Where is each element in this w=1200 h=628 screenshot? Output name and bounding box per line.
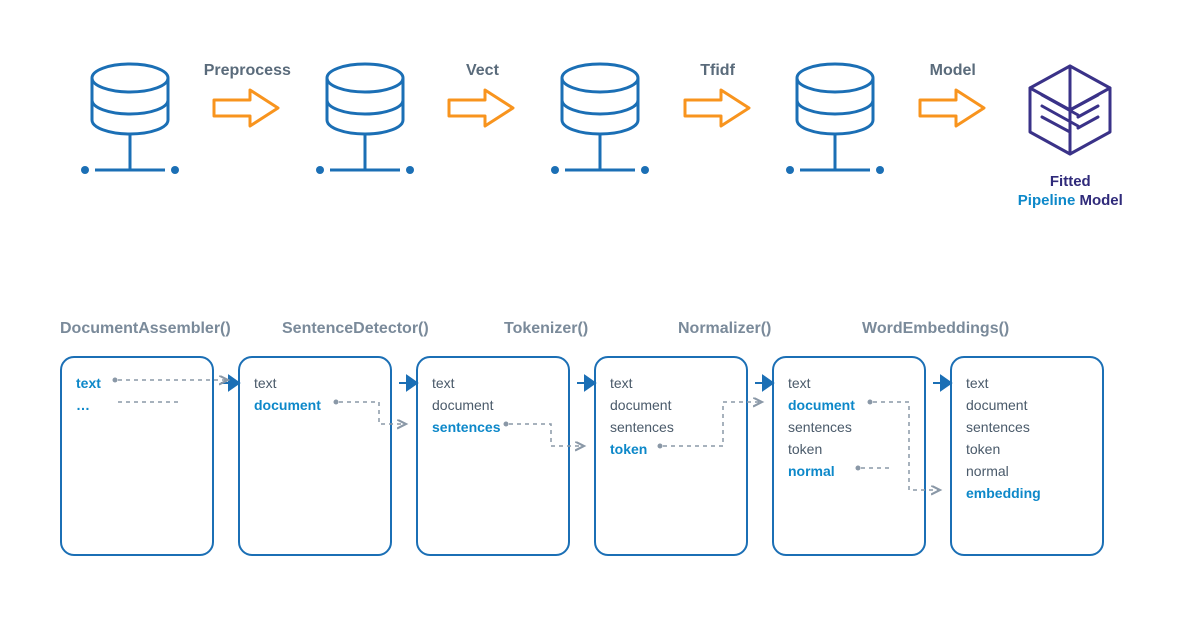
box-line: normal <box>788 460 910 482</box>
arrow-icon <box>447 88 517 128</box>
stage-label: Tokenizer() <box>504 320 634 338</box>
arrow-icon <box>212 88 282 128</box>
database-icon <box>310 60 420 200</box>
box-line: document <box>966 394 1088 416</box>
cube-icon <box>1020 60 1120 160</box>
stage-box: textdocumentsentences <box>416 356 570 556</box>
mini-arrow-icon <box>221 374 241 397</box>
pipeline-top-row: Preprocess Vect <box>60 60 1140 211</box>
stage-label: SentenceDetector() <box>282 320 460 338</box>
box-line: … <box>76 394 198 416</box>
arrow-preprocess: Preprocess <box>207 88 287 128</box>
box-line: sentences <box>432 416 554 438</box>
box-line: document <box>610 394 732 416</box>
database-icon <box>75 60 185 200</box>
arrow-label: Model <box>930 62 976 80</box>
arrow-vect: Vect <box>443 88 523 128</box>
stage-label: Normalizer() <box>678 320 818 338</box>
stage-box: textdocumentsentencestokennormalembeddin… <box>950 356 1104 556</box>
box-line: document <box>254 394 376 416</box>
box-line: normal <box>966 460 1088 482</box>
box-line: token <box>610 438 732 460</box>
stage-box: text… <box>60 356 214 556</box>
box-line: text <box>432 372 554 394</box>
box-line: token <box>966 438 1088 460</box>
box-line: text <box>966 372 1088 394</box>
database-node <box>530 60 669 200</box>
box-line: sentences <box>610 416 732 438</box>
database-node <box>295 60 434 200</box>
database-node <box>60 60 199 200</box>
database-node <box>765 60 904 200</box>
arrow-label: Vect <box>466 62 499 80</box>
arrow-label: Preprocess <box>204 62 291 80</box>
model-node: Fitted Pipeline Model <box>1001 60 1140 211</box>
mini-arrow-icon <box>933 374 953 397</box>
box-line: token <box>788 438 910 460</box>
stage-box: textdocumentsentencestokennormal <box>772 356 926 556</box>
box-line: document <box>788 394 910 416</box>
stage-box: textdocumentsentencestoken <box>594 356 748 556</box>
box-line: sentences <box>966 416 1088 438</box>
mini-arrow-icon <box>755 374 775 397</box>
box-line: text <box>788 372 910 394</box>
model-label-line: Fitted <box>1050 173 1091 190</box>
mini-arrow-icon <box>577 374 597 397</box>
box-line: embedding <box>966 482 1088 504</box>
box-line: text <box>76 372 198 394</box>
boxes-container: text…textdocumenttextdocumentsentenceste… <box>60 356 1140 556</box>
arrow-tfidf: Tfidf <box>678 88 758 128</box>
arrow-icon <box>683 88 753 128</box>
arrow-icon <box>918 88 988 128</box>
model-label-line: Model <box>1079 192 1122 209</box>
database-icon <box>780 60 890 200</box>
box-line: text <box>254 372 376 394</box>
box-line: sentences <box>788 416 910 438</box>
box-line: text <box>610 372 732 394</box>
stage-labels: DocumentAssembler() SentenceDetector() T… <box>60 320 1140 338</box>
database-icon <box>545 60 655 200</box>
model-label: Fitted Pipeline Model <box>1001 173 1140 211</box>
mini-arrow-icon <box>399 374 419 397</box>
box-line: document <box>432 394 554 416</box>
arrow-model: Model <box>913 88 993 128</box>
arrow-label: Tfidf <box>700 62 735 80</box>
stage-label: WordEmbeddings() <box>862 320 1009 338</box>
stage-label: DocumentAssembler() <box>60 320 238 338</box>
model-label-line: Pipeline <box>1018 192 1076 209</box>
stage-box: textdocument <box>238 356 392 556</box>
pipeline-bottom-row: DocumentAssembler() SentenceDetector() T… <box>60 320 1140 556</box>
